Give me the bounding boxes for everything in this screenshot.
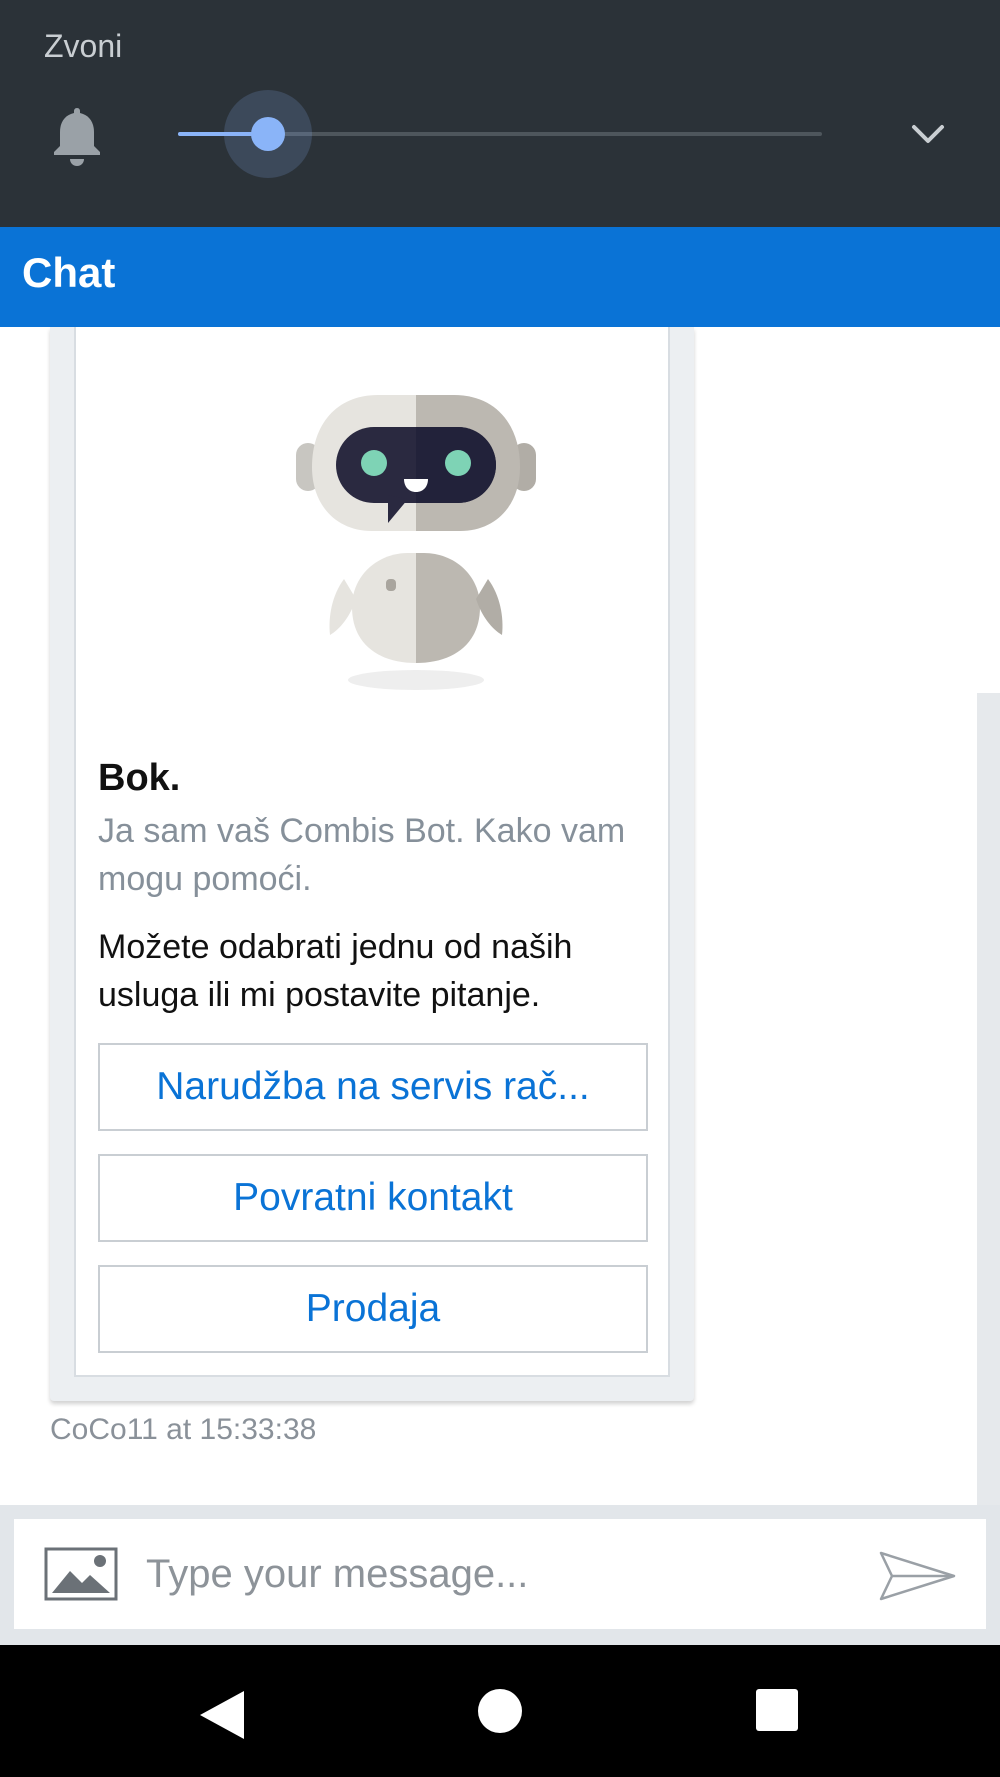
greeting-title: Bok.	[98, 757, 181, 799]
volume-panel: Zvoni	[0, 0, 1000, 227]
composer	[14, 1519, 986, 1629]
chat-area[interactable]: Bok. Ja sam vaš Combis Bot. Kako vam mog…	[0, 327, 1000, 1505]
bell-icon[interactable]	[50, 104, 104, 166]
home-icon[interactable]	[478, 1689, 522, 1733]
page-title: Chat	[22, 249, 116, 296]
app-bar: Chat	[0, 227, 1000, 327]
message-timestamp: CoCo11 at 15:33:38	[50, 1413, 317, 1446]
robot-illustration	[296, 395, 536, 690]
greeting-subtitle: Ja sam vaš Combis Bot. Kako vam mogu pom…	[98, 812, 626, 898]
option-button-prodaja[interactable]: Prodaja	[98, 1265, 648, 1353]
image-icon[interactable]	[44, 1547, 118, 1601]
option-button-servis[interactable]: Narudžba na servis rač...	[98, 1043, 648, 1131]
recents-icon[interactable]	[756, 1689, 798, 1731]
greeting-body: Možete odabrati jednu od naših usluga il…	[98, 928, 573, 1014]
option-button-povratni-kontakt[interactable]: Povratni kontakt	[98, 1154, 648, 1242]
volume-title: Zvoni	[44, 28, 123, 64]
message-input[interactable]	[146, 1537, 846, 1611]
chevron-down-icon[interactable]	[908, 120, 948, 148]
bot-message-card: Bok. Ja sam vaš Combis Bot. Kako vam mog…	[50, 327, 694, 1401]
back-icon[interactable]	[196, 1687, 252, 1743]
scrollbar[interactable]	[977, 693, 1000, 1505]
volume-slider-thumb[interactable]	[251, 117, 286, 151]
system-nav-bar	[0, 1645, 1000, 1777]
send-icon[interactable]	[878, 1549, 958, 1603]
bot-message-card-content: Bok. Ja sam vaš Combis Bot. Kako vam mog…	[74, 327, 670, 1377]
